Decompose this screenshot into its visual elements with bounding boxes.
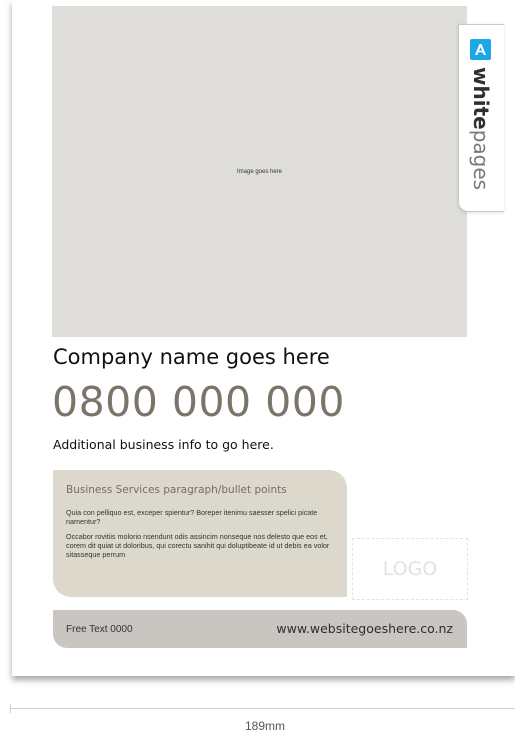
services-title: Business Services paragraph/bullet point…: [66, 484, 287, 496]
whitepages-wordmark: whitepages: [467, 67, 495, 190]
services-paragraph-2: Occabor rovitiis molorio nsendunt odis a…: [66, 532, 330, 559]
image-placeholder-caption: Image goes here: [236, 168, 283, 175]
footer-free-text: Free Text 0000: [66, 624, 133, 635]
additional-info: Additional business info to go here.: [53, 437, 274, 452]
dimension-line: [10, 708, 515, 709]
services-paragraph-1: Quia con pelliquo est, exceper spientur?…: [66, 508, 318, 526]
wordmark-bold: white: [469, 67, 493, 130]
footer-bar: Free Text 0000 www.websitegoeshere.co.nz: [53, 610, 467, 648]
services-box: Business Services paragraph/bullet point…: [53, 470, 347, 597]
phone-number: 0800 000 000: [52, 378, 345, 426]
wordmark-light: pages: [469, 129, 493, 191]
whitepages-tab: whitepages: [458, 24, 504, 212]
whitepages-logo-icon: [470, 39, 491, 60]
footer-website: www.websitegoeshere.co.nz: [276, 621, 453, 636]
ad-preview: Image goes here Company name goes here 0…: [0, 0, 515, 737]
dimension-label: 189mm: [244, 719, 285, 733]
image-placeholder: Image goes here: [52, 6, 467, 337]
company-name: Company name goes here: [53, 345, 330, 369]
logo-placeholder-text: LOGO: [382, 558, 438, 580]
logo-placeholder: LOGO: [352, 538, 468, 600]
ad-page: Image goes here Company name goes here 0…: [12, 0, 515, 676]
